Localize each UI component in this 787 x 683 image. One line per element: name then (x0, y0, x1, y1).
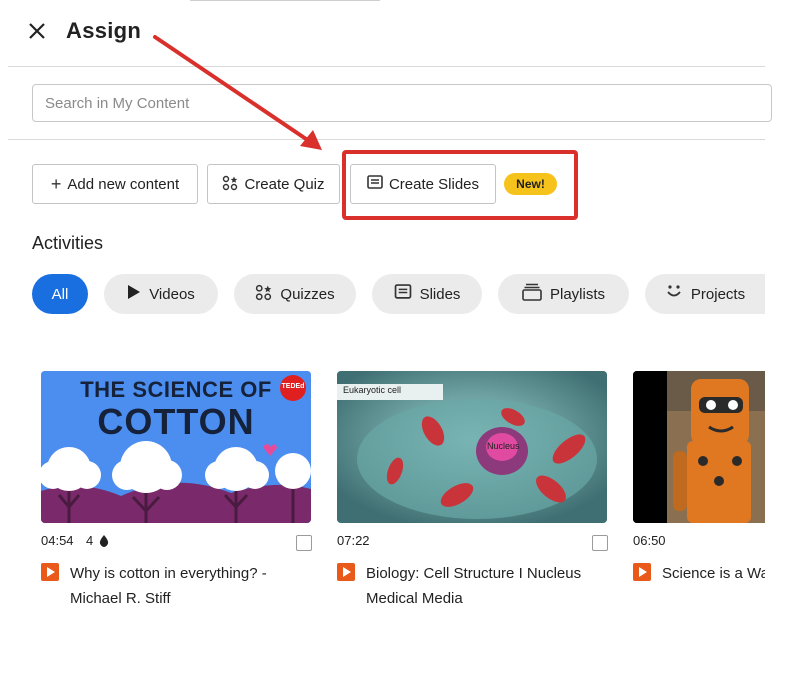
activities-heading: Activities (32, 233, 104, 253)
smile-icon (665, 284, 683, 304)
video-type-icon (633, 563, 651, 581)
thumbnail-caption: Eukaryotic cell (343, 385, 402, 395)
card-title-line2: Medical Media (366, 590, 463, 607)
video-duration: 04:54 (41, 533, 74, 548)
filter-all-label: All (51, 285, 69, 303)
video-thumbnail[interactable] (633, 371, 765, 523)
drop-icon (99, 535, 109, 550)
select-checkbox[interactable] (592, 535, 608, 551)
card-title-line1: Biology: Cell Structure I Nucleus (366, 565, 582, 582)
likes-count: 4 (86, 533, 94, 548)
card-title-line1: Science is a Wa (662, 565, 765, 582)
filter-videos-label: Videos (149, 285, 195, 303)
filter-quizzes-label: Quizzes (280, 285, 335, 303)
card-title-line2: Michael R. Stiff (70, 590, 171, 607)
filter-projects-label: Projects (690, 285, 746, 303)
thumbnail-label: Nucleus (487, 441, 520, 451)
video-thumbnail[interactable]: Eukaryotic cell Nucleus (337, 371, 607, 523)
playlist-icon (522, 283, 542, 305)
play-icon (127, 284, 141, 304)
content-card[interactable]: 06:50 Science is a Wa (633, 371, 765, 611)
video-type-icon (41, 563, 59, 581)
select-checkbox[interactable] (296, 535, 312, 551)
video-duration: 06:50 (633, 533, 666, 548)
card-title[interactable]: Why is cotton in everything? - Michael R… (70, 561, 310, 611)
filter-projects[interactable]: Projects (645, 274, 765, 314)
ted-ed-badge: TEDEd (281, 383, 305, 390)
video-type-icon (337, 563, 355, 581)
quiz-icon (255, 284, 272, 305)
filter-videos[interactable]: Videos (104, 274, 218, 314)
filter-playlists-label: Playlists (549, 285, 605, 303)
video-thumbnail[interactable]: THE SCIENCE OF COTTON TEDEd (41, 371, 311, 523)
slides-icon (394, 284, 412, 304)
filter-quizzes[interactable]: Quizzes (234, 274, 356, 314)
filter-all[interactable]: All (32, 274, 88, 314)
filter-playlists[interactable]: Playlists (498, 274, 629, 314)
thumbnail-title-line2: COTTON (97, 401, 255, 442)
filter-slides[interactable]: Slides (372, 274, 482, 314)
card-title[interactable]: Science is a Wa (662, 561, 765, 586)
filter-slides-label: Slides (419, 285, 461, 303)
video-duration: 07:22 (337, 533, 370, 548)
thumbnail-title-line1: THE SCIENCE OF (80, 377, 272, 402)
card-title-line1: Why is cotton in everything? - (70, 565, 267, 582)
card-title[interactable]: Biology: Cell Structure I Nucleus Medica… (366, 561, 606, 611)
